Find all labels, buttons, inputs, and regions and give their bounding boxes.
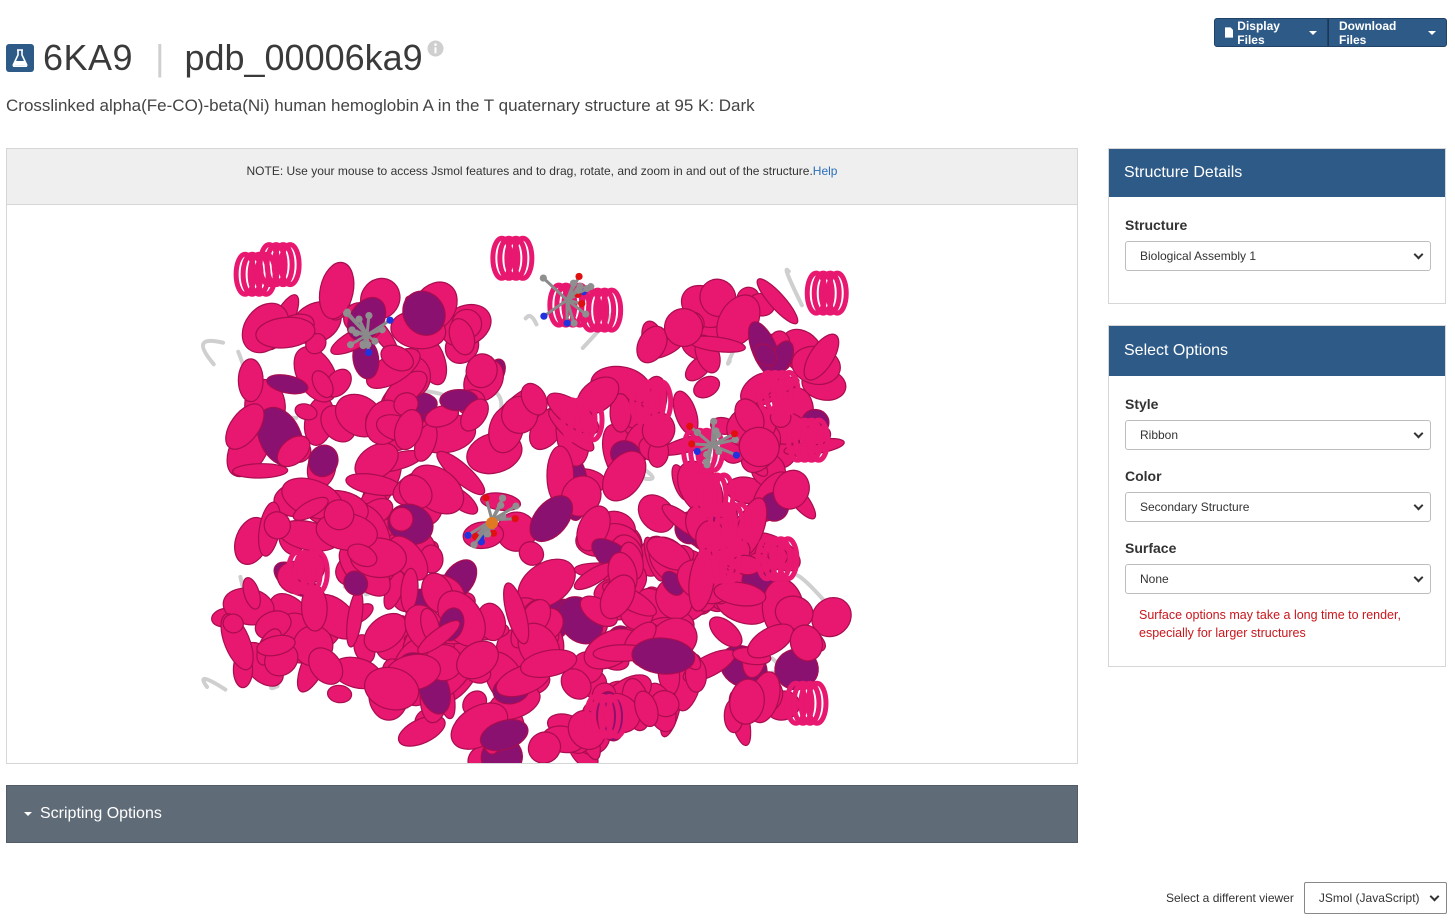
surface-label: Surface (1125, 540, 1177, 556)
structure-details-title: Structure Details (1109, 149, 1445, 197)
file-icon (1225, 27, 1234, 38)
style-label: Style (1125, 396, 1159, 412)
chevron-down-icon (1413, 500, 1424, 510)
display-files-button[interactable]: Display Files (1214, 18, 1328, 47)
caret-down-icon (1309, 30, 1317, 35)
style-select[interactable]: Ribbon (1125, 420, 1431, 450)
viewer-note-text: NOTE: Use your mouse to access Jsmol fea… (246, 163, 813, 178)
viewer-note: NOTE: Use your mouse to access Jsmol fea… (7, 149, 1077, 205)
chevron-down-icon (1413, 572, 1424, 582)
structure-label: Structure (1125, 217, 1188, 233)
alt-entry-id: pdb_00006ka9 (184, 37, 423, 78)
viewer-switch-label: Select a different viewer (1166, 891, 1294, 905)
molecule-viewer-panel: NOTE: Use your mouse to access Jsmol fea… (6, 148, 1078, 764)
scripting-options-label: Scripting Options (40, 805, 162, 822)
download-files-label: Download Files (1339, 18, 1397, 47)
chevron-down-icon (1413, 428, 1424, 438)
structure-select-value: Biological Assembly 1 (1140, 249, 1257, 263)
flask-icon (6, 44, 34, 72)
chevron-down-icon (1413, 249, 1424, 259)
caret-down-icon (24, 812, 32, 816)
info-icon[interactable] (427, 40, 444, 62)
color-label: Color (1125, 468, 1162, 484)
viewer-select[interactable]: JSmol (JavaScript) (1303, 882, 1447, 914)
structure-select[interactable]: Biological Assembly 1 (1125, 241, 1431, 271)
chevron-down-icon (1429, 891, 1440, 901)
surface-warning: Surface options may take a long time to … (1139, 608, 1401, 640)
caret-down-icon (1428, 30, 1436, 35)
viewer-select-value: JSmol (JavaScript) (1318, 891, 1420, 905)
viewer-switcher: Select a different viewer JSmol (JavaScr… (1166, 882, 1447, 914)
download-files-button[interactable]: Download Files (1328, 18, 1447, 47)
jsmol-canvas[interactable] (7, 205, 1077, 763)
page-title: 6KA9 | pdb_00006ka9 (6, 36, 444, 80)
surface-select-value: None (1140, 572, 1169, 586)
color-select[interactable]: Secondary Structure (1125, 492, 1431, 522)
surface-select[interactable]: None (1125, 564, 1431, 594)
color-select-value: Secondary Structure (1140, 500, 1250, 514)
display-files-label: Display Files (1237, 18, 1280, 47)
protein-ribbon-render[interactable] (7, 205, 1077, 763)
help-link[interactable]: Help (813, 164, 838, 178)
title-separator: | (155, 37, 165, 78)
scripting-options-toggle[interactable]: Scripting Options (6, 785, 1078, 843)
select-options-card: Select Options Style Ribbon Color Second… (1108, 325, 1446, 667)
select-options-title: Select Options (1109, 326, 1445, 376)
style-select-value: Ribbon (1140, 428, 1179, 442)
structure-details-card: Structure Details Structure Biological A… (1108, 148, 1446, 304)
structure-description: Crosslinked alpha(Fe-CO)-beta(Ni) human … (6, 96, 755, 115)
file-button-group: Display Files Download Files (1214, 18, 1447, 47)
entry-id: 6KA9 (43, 37, 134, 78)
